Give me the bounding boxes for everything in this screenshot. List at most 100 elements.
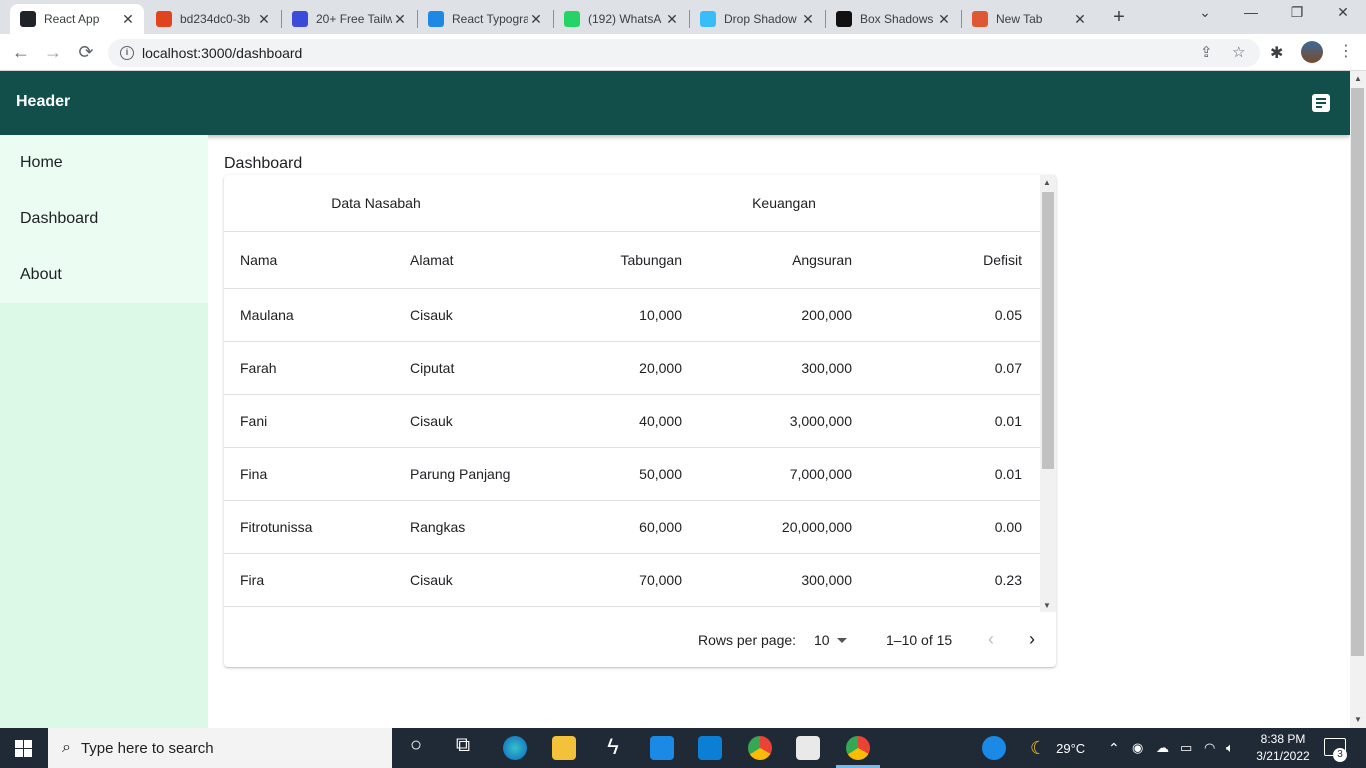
cell-angsuran: 300,000	[801, 572, 852, 588]
browser-tab[interactable]: React App ✕	[10, 4, 144, 34]
browser-tab[interactable]: React Typogra ✕	[418, 4, 552, 34]
cell-angsuran: 7,000,000	[789, 466, 852, 482]
tab-title: bd234dc0-3b	[180, 12, 251, 26]
group-header-data-nasabah: Data Nasabah	[331, 195, 421, 211]
scroll-up-arrow-icon[interactable]: ▲	[1043, 178, 1051, 187]
rows-per-page-dropdown-icon[interactable]	[837, 638, 847, 643]
cell-nama: Fira	[240, 572, 265, 588]
meet-now-icon[interactable]: ◉	[1132, 728, 1143, 768]
help-icon[interactable]	[982, 736, 1006, 760]
tray-overflow-icon[interactable]: ⌃	[1108, 728, 1120, 768]
browser-tab[interactable]: Drop Shadow ✕	[690, 4, 824, 34]
cortana-icon[interactable]: ○	[403, 734, 429, 757]
page-scroll-up-icon[interactable]: ▲	[1354, 74, 1362, 83]
cell-alamat: Parung Panjang	[410, 466, 511, 482]
column-header-nama[interactable]: Nama	[240, 232, 277, 288]
edge-icon[interactable]	[503, 736, 527, 760]
windows-start-icon[interactable]	[15, 740, 32, 757]
tab-separator	[825, 10, 826, 28]
weather-widget[interactable]: ☾ 29°C	[1030, 728, 1085, 768]
cell-alamat: Rangkas	[410, 519, 466, 535]
app-window-icon[interactable]	[796, 736, 820, 760]
network-status-icon[interactable]: ☁	[1156, 728, 1169, 768]
tab-close-icon[interactable]: ✕	[528, 11, 544, 28]
chrome-icon[interactable]	[748, 736, 772, 760]
table-row[interactable]: Farah Ciputat 20,000 300,000 0.07	[224, 342, 1040, 395]
next-page-button[interactable]: ›	[1029, 629, 1035, 650]
data-table: Data Nasabah Keuangan Nama Alamat Tabung…	[224, 175, 1040, 607]
restore-button[interactable]: ❐	[1284, 4, 1310, 21]
column-header-defisit[interactable]: Defisit	[852, 232, 1022, 288]
sidebar-item-dashboard[interactable]: Dashboard	[0, 191, 208, 247]
bookmark-star-icon[interactable]: ☆	[1232, 43, 1245, 61]
extensions-puzzle-icon[interactable]: ✱	[1270, 43, 1283, 63]
tab-close-icon[interactable]: ✕	[800, 11, 816, 28]
reload-button[interactable]: ⟳	[74, 40, 98, 64]
column-header-alamat[interactable]: Alamat	[410, 232, 454, 288]
forward-button[interactable]: →	[41, 40, 65, 64]
volume-icon[interactable]: 🔈︎	[1226, 728, 1234, 768]
browser-tab[interactable]: bd234dc0-3b ✕	[146, 4, 280, 34]
tab-close-icon[interactable]: ✕	[256, 11, 272, 28]
tab-close-icon[interactable]: ✕	[392, 11, 408, 28]
power-automate-icon[interactable]: ϟ	[600, 734, 626, 760]
task-view-icon[interactable]: ⧉	[450, 734, 476, 757]
browser-tab[interactable]: Box Shadows ✕	[826, 4, 960, 34]
minimize-button[interactable]: —	[1238, 4, 1264, 20]
sidebar-item-home[interactable]: Home	[0, 135, 208, 191]
vscode-icon[interactable]	[698, 736, 722, 760]
tab-title: React App	[44, 12, 100, 26]
back-button[interactable]: ←	[9, 40, 33, 64]
address-bar[interactable]: i localhost:3000/dashboard	[108, 39, 1260, 67]
table-row[interactable]: Fitrotunissa Rangkas 60,000 20,000,000 0.00	[224, 501, 1040, 554]
cell-angsuran: 3,000,000	[789, 413, 852, 429]
notification-count-badge: 3	[1333, 748, 1347, 762]
tab-close-icon[interactable]: ✕	[1072, 11, 1088, 28]
tab-close-icon[interactable]: ✕	[120, 11, 136, 28]
site-info-icon[interactable]: i	[120, 46, 134, 60]
search-icon: ⌕	[62, 739, 71, 756]
browser-menu-icon[interactable]: ⋮	[1338, 41, 1354, 61]
taskbar-search[interactable]: ⌕ Type here to search	[48, 728, 392, 768]
cell-alamat: Cisauk	[410, 307, 453, 323]
table-row[interactable]: Fani Cisauk 40,000 3,000,000 0.01	[224, 395, 1040, 448]
tab-close-icon[interactable]: ✕	[664, 11, 680, 28]
page-title: Dashboard	[224, 155, 303, 172]
cell-nama: Maulana	[240, 307, 294, 323]
rows-per-page-select[interactable]: 10	[814, 632, 830, 648]
table-row[interactable]: Maulana Cisauk 10,000 200,000 0.05	[224, 289, 1040, 342]
share-icon[interactable]: ⇪	[1200, 43, 1213, 61]
column-header-angsuran[interactable]: Angsuran	[682, 232, 852, 288]
table-scrollbar[interactable]: ▲ ▼	[1040, 175, 1056, 612]
tab-title: 20+ Free Tailw	[316, 12, 392, 26]
browser-tab[interactable]: (192) WhatsA ✕	[554, 4, 688, 34]
table-scrollbar-thumb[interactable]	[1042, 192, 1054, 469]
previous-page-button[interactable]: ‹	[988, 629, 994, 650]
browser-tab[interactable]: 20+ Free Tailw ✕	[282, 4, 416, 34]
mui-icon	[428, 11, 444, 27]
table-row[interactable]: Fira Cisauk 70,000 300,000 0.23	[224, 554, 1040, 607]
page-scrollbar[interactable]: ▲ ▼	[1350, 71, 1366, 728]
column-header-tabungan[interactable]: Tabungan	[580, 232, 682, 288]
chrome-active-icon[interactable]	[846, 736, 870, 760]
sidebar-item-about[interactable]: About	[0, 247, 208, 303]
page-scrollbar-thumb[interactable]	[1351, 88, 1364, 656]
browser-tab[interactable]: New Tab ✕	[962, 4, 1096, 34]
mail-icon[interactable]	[650, 736, 674, 760]
file-explorer-icon[interactable]	[552, 736, 576, 760]
table-group-header-row: Data Nasabah Keuangan	[224, 175, 1040, 232]
scroll-down-arrow-icon[interactable]: ▼	[1043, 601, 1051, 610]
close-window-button[interactable]: ✕	[1330, 4, 1356, 21]
battery-icon[interactable]: ▭	[1180, 728, 1192, 768]
tab-close-icon[interactable]: ✕	[936, 11, 952, 28]
tab-title: (192) WhatsA	[588, 12, 662, 26]
new-tab-button[interactable]: +	[1108, 6, 1130, 29]
table-row[interactable]: Fina Parung Panjang 50,000 7,000,000 0.01	[224, 448, 1040, 501]
wifi-icon[interactable]: ◠	[1204, 728, 1215, 768]
page-scroll-down-icon[interactable]: ▼	[1354, 715, 1362, 724]
group-header-keuangan: Keuangan	[752, 195, 816, 211]
menu-toggle-icon[interactable]	[1312, 94, 1330, 112]
taskbar-clock[interactable]: 8:38 PM 3/21/2022	[1252, 731, 1314, 765]
profile-avatar[interactable]	[1301, 41, 1323, 63]
tab-search-icon[interactable]: ⌄	[1192, 4, 1218, 21]
